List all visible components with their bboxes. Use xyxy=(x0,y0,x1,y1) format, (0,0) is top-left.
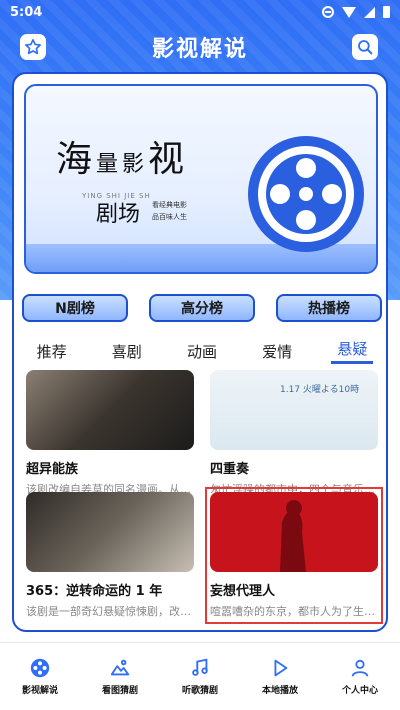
signal-icon xyxy=(364,6,375,18)
show-thumbnail xyxy=(26,492,194,572)
thumbnail-caption: 1.17 火曜よる10時 xyxy=(280,385,360,395)
show-title: 四重奏 xyxy=(210,462,250,477)
star-icon xyxy=(25,39,41,55)
nav-item-guess-by-image[interactable]: 看图猜剧 xyxy=(85,657,155,696)
music-note-icon xyxy=(192,658,208,676)
show-title: 超异能族 xyxy=(26,462,79,477)
show-title: 365：逆转命运的 1 年 xyxy=(26,584,163,599)
banner-title-char: 量 xyxy=(96,152,123,177)
wifi-icon xyxy=(342,6,356,18)
image-mountain-icon xyxy=(110,659,130,676)
show-description: 该剧是一部奇幻悬疑惊悚剧，改… xyxy=(26,605,191,618)
show-thumbnail xyxy=(26,370,194,450)
banner-title: 海量影视 xyxy=(56,130,188,182)
favorite-button[interactable] xyxy=(20,34,46,60)
show-title: 妄想代理人 xyxy=(210,584,276,599)
banner-tagline: 品百味人生 xyxy=(152,213,187,221)
tab-comedy[interactable]: 喜剧 xyxy=(106,341,148,362)
category-row: N剧榜 高分榜 热播榜 xyxy=(22,294,382,324)
nav-item-guess-by-song[interactable]: 听歌猜剧 xyxy=(165,657,235,696)
tab-romance[interactable]: 爱情 xyxy=(256,341,298,362)
search-icon xyxy=(358,40,373,55)
main-card: 海量影视 YING SHI JIE SH 剧场 看经典电影 品百味人生 N剧榜 … xyxy=(12,72,388,632)
silhouette-art xyxy=(280,500,306,572)
show-description: 喧嚣嘈杂的东京，都市人为了生… xyxy=(210,605,375,618)
dnd-icon xyxy=(322,6,334,18)
battery-icon xyxy=(383,6,390,18)
nav-label: 听歌猜剧 xyxy=(181,686,218,696)
nav-item-local-play[interactable]: 本地播放 xyxy=(245,657,315,696)
app-header: 影视解说 xyxy=(0,30,400,64)
page-title: 影视解说 xyxy=(151,37,248,62)
tab-mystery[interactable]: 悬疑 xyxy=(331,338,374,364)
show-card[interactable]: 365：逆转命运的 1 年 该剧是一部奇幻悬疑惊悚剧，改… xyxy=(26,492,194,619)
status-time: 5:04 xyxy=(10,4,43,20)
banner[interactable]: 海量影视 YING SHI JIE SH 剧场 看经典电影 品百味人生 xyxy=(24,84,378,274)
category-button-n[interactable]: N剧榜 xyxy=(22,294,128,322)
show-card-selected[interactable]: 妄想代理人 喧嚣嘈杂的东京，都市人为了生… xyxy=(205,487,383,624)
banner-tagline: 看经典电影 xyxy=(152,201,187,209)
nav-label: 个人中心 xyxy=(341,686,378,696)
banner-title-char: 视 xyxy=(148,139,189,180)
category-button-hot[interactable]: 热播榜 xyxy=(276,294,382,322)
bottom-nav: 影视解说 看图猜剧 听歌猜剧 本地播放 个人中心 xyxy=(0,642,400,710)
film-reel-illustration xyxy=(248,136,364,252)
banner-title-char: 海 xyxy=(56,139,97,180)
show-thumbnail xyxy=(210,492,378,572)
status-icons xyxy=(322,6,390,18)
category-button-high-score[interactable]: 高分榜 xyxy=(149,294,255,322)
show-thumbnail: 1.17 火曜よる10時 xyxy=(210,370,378,450)
show-card[interactable]: 1.17 火曜よる10時 四重奏 匆忙浮躁的都市中，四个与音乐… xyxy=(210,370,378,497)
nav-item-movie-explain[interactable]: 影视解说 xyxy=(5,657,75,696)
show-grid: 超异能族 该剧改编自姜草的同名漫画。从… 1.17 火曜よる10時 四重奏 匆忙… xyxy=(26,370,383,630)
nav-item-profile[interactable]: 个人中心 xyxy=(325,657,395,696)
show-card[interactable]: 超异能族 该剧改编自姜草的同名漫画。从… xyxy=(26,370,194,497)
banner-title-char: 影 xyxy=(122,152,149,177)
nav-label: 本地播放 xyxy=(261,686,298,696)
tab-animation[interactable]: 动画 xyxy=(181,341,223,362)
status-bar: 5:04 xyxy=(0,0,400,24)
nav-label: 影视解说 xyxy=(21,686,58,696)
play-icon xyxy=(274,659,288,677)
person-icon xyxy=(351,659,369,677)
nav-label: 看图猜剧 xyxy=(101,686,138,696)
genre-tabs: 推荐 喜剧 动画 爱情 悬疑 xyxy=(14,336,386,366)
banner-subtitle: 剧场 xyxy=(96,202,141,227)
tab-recommend[interactable]: 推荐 xyxy=(31,341,73,362)
film-reel-icon xyxy=(30,658,50,678)
search-button[interactable] xyxy=(352,34,378,60)
